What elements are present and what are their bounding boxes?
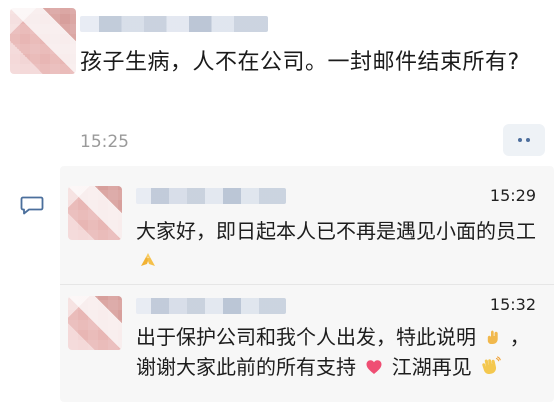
comma-mark: ， [509, 325, 530, 349]
dot-icon [518, 138, 522, 142]
comment-icon [20, 196, 44, 215]
reply-message-2-line-2: 谢谢大家此前的所有支持 江湖再见 [136, 352, 546, 382]
reply-time-1: 15:29 [489, 186, 536, 205]
reply-message-1: 大家好，即日起本人已不再是遇见小面的员工 [136, 216, 536, 276]
reply-time-2: 15:32 [489, 295, 536, 314]
waving-hand-icon [482, 356, 501, 375]
reply-thread: 15:29 大家好，即日起本人已不再是遇见小面的员工 15:32 出于保护公司和… [0, 166, 559, 402]
top-avatar[interactable] [10, 8, 76, 74]
dot-icon [526, 138, 530, 142]
pray-icon [141, 253, 155, 267]
reply-avatar-2[interactable] [68, 296, 122, 350]
top-message-text: 孩子生病，人不在公司。一封邮件结束所有? [80, 50, 520, 75]
reply-message-2: 出于保护公司和我个人出发，特此说明 ， 谢谢大家此前的所有支持 江湖再见 [136, 322, 546, 382]
reply-panel: 15:29 大家好，即日起本人已不再是遇见小面的员工 15:32 出于保护公司和… [60, 166, 554, 402]
heart-icon [366, 360, 382, 375]
top-message-time: 15:25 [80, 132, 129, 152]
reply-avatar-1[interactable] [68, 186, 122, 240]
chat-screen: 孩子生病，人不在公司。一封邮件结束所有? 15:25 15:29 大家好，即日起… [0, 0, 559, 402]
reply-message-2-line-2-text-b: 江湖再见 [391, 355, 472, 379]
reply-sender-name-2 [136, 298, 286, 314]
top-sender-name [80, 16, 268, 32]
reply-sender-name-1 [136, 188, 286, 204]
reply-divider [60, 284, 554, 285]
reply-message-2-line-1: 出于保护公司和我个人出发，特此说明 ， [136, 322, 546, 352]
reply-message-2-line-1-text: 出于保护公司和我个人出发，特此说明 [136, 325, 476, 349]
pointing-hand-icon [488, 330, 499, 345]
reply-message-1-text: 大家好，即日起本人已不再是遇见小面的员工 [136, 219, 536, 243]
more-options-button[interactable] [503, 124, 545, 156]
reply-message-2-line-2-text-a: 谢谢大家此前的所有支持 [136, 355, 356, 379]
